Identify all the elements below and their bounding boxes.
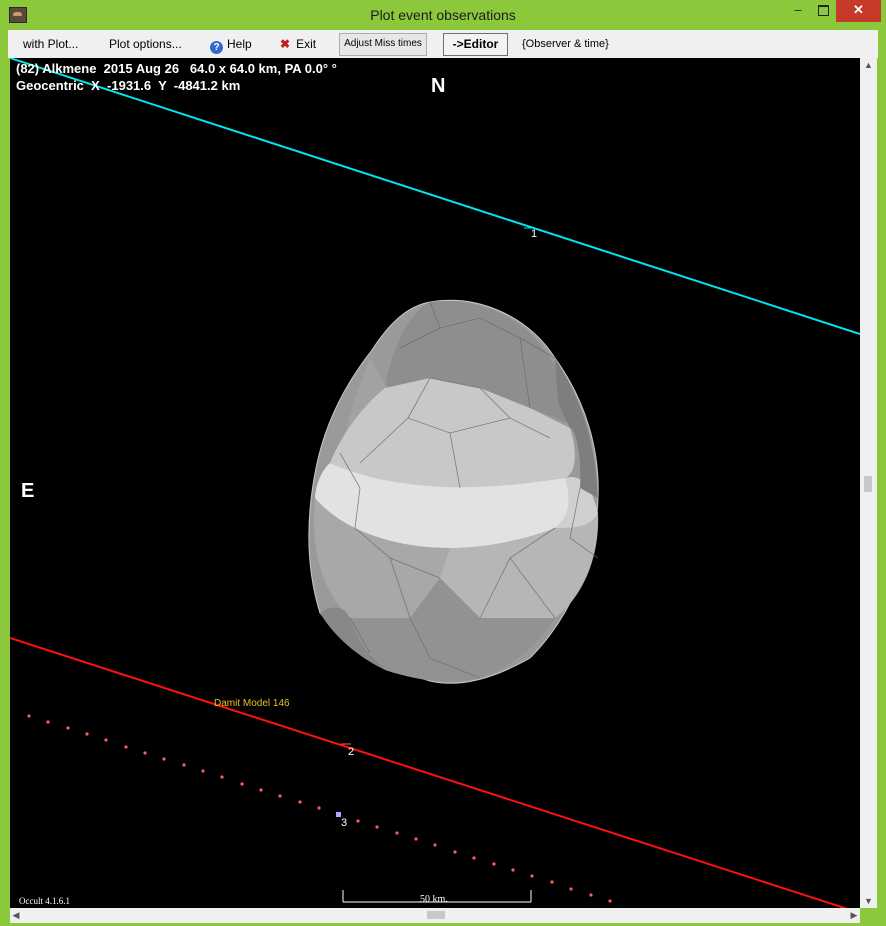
plot-canvas (10, 58, 860, 908)
title-bar: Plot event observations – ✕ (0, 0, 886, 30)
chord-2-number: 2 (348, 746, 355, 758)
horizontal-scrollbar[interactable]: ◀ ▶ (10, 908, 860, 923)
plot-area[interactable]: (82) Alkmene 2015 Aug 26 64.0 x 64.0 km,… (10, 58, 860, 908)
menu-exit-label: Exit (296, 37, 317, 51)
maximize-icon (817, 5, 829, 16)
menu-observer-time[interactable]: {Observer & time} (522, 30, 609, 58)
minimize-button[interactable]: – (784, 0, 812, 22)
north-label: N (431, 75, 446, 97)
chord-1-line (10, 58, 860, 335)
chord-3-dotted-line (27, 714, 612, 903)
window-title: Plot event observations (370, 7, 516, 23)
menu-help[interactable]: ? Help (210, 30, 252, 58)
menu-bar: with Plot... Plot options... ? Help ✖ Exit… (8, 30, 878, 58)
close-button[interactable]: ✕ (836, 0, 881, 22)
scroll-up-icon[interactable]: ▲ (860, 58, 877, 72)
scale-label: 50 km. (420, 894, 448, 905)
chord-3-number: 3 (341, 817, 348, 829)
exit-icon: ✖ (280, 37, 291, 51)
scroll-down-icon[interactable]: ▼ (860, 894, 877, 908)
model-label: Damit Model 146 (214, 698, 290, 709)
scroll-left-icon[interactable]: ◀ (10, 908, 22, 922)
menu-exit[interactable]: ✖ Exit (280, 30, 316, 58)
geocentric-coordinates: Geocentric X -1931.6 Y -4841.2 km (16, 78, 241, 93)
asteroid-shape-model (308, 299, 599, 684)
help-icon: ? (210, 41, 223, 54)
menu-help-label: Help (227, 37, 252, 51)
maximize-button[interactable] (809, 0, 837, 22)
adjust-miss-times-button[interactable]: Adjust Miss times (339, 33, 427, 56)
chord-1-number: 1 (531, 228, 538, 240)
horizontal-scroll-thumb[interactable] (427, 911, 445, 919)
vertical-scroll-thumb[interactable] (864, 476, 872, 492)
east-label: E (21, 480, 35, 502)
event-header: (82) Alkmene 2015 Aug 26 64.0 x 64.0 km,… (16, 61, 337, 76)
menu-with-plot[interactable]: with Plot... (23, 30, 78, 58)
scroll-right-icon[interactable]: ▶ (848, 908, 860, 922)
version-label: Occult 4.1.6.1 (19, 896, 70, 906)
menu-plot-options[interactable]: Plot options... (109, 30, 182, 58)
vertical-scrollbar[interactable]: ▲ ▼ (860, 58, 877, 908)
editor-button[interactable]: ->Editor (443, 33, 508, 56)
